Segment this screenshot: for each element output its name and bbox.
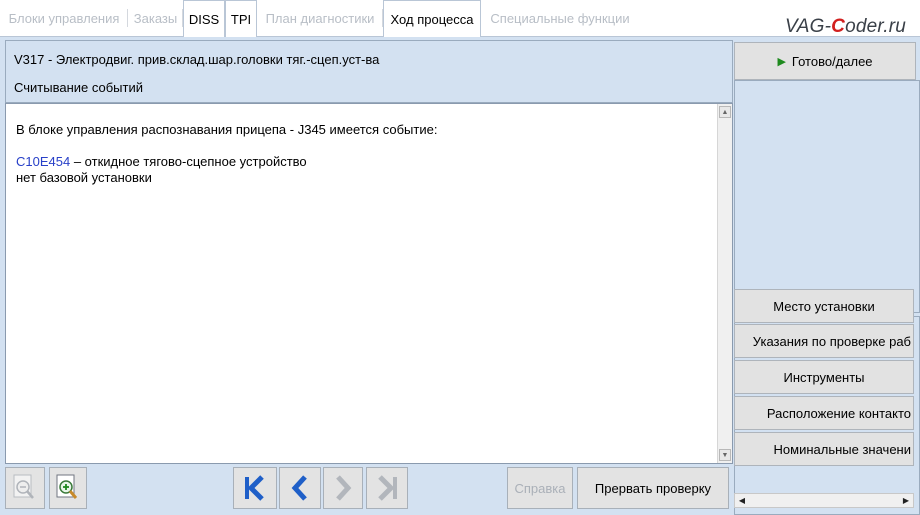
tab-diss[interactable]: DISS (183, 0, 225, 37)
vertical-scrollbar[interactable]: ▲ ▼ (717, 104, 732, 463)
last-step-button[interactable] (366, 467, 408, 509)
button-label: Расположение контакто (766, 405, 911, 421)
right-panel: ▶ Готово/далее Место установки Указания п… (733, 40, 920, 515)
installation-location-button[interactable]: Место установки (734, 289, 914, 323)
next-button-label: Готово/далее (791, 53, 873, 69)
first-icon (245, 475, 264, 501)
chevron-left-icon (291, 475, 307, 501)
message-line: C10E454 – откидное тягово-сцепное устрой… (16, 154, 437, 170)
button-label: Инструменты (783, 369, 865, 385)
watermark-logo: VAG-Coder.ru (785, 16, 906, 38)
fault-code: C10E454 (16, 154, 71, 169)
tab-tpi[interactable]: TPI (225, 0, 257, 37)
scroll-up-icon[interactable]: ▲ (719, 106, 731, 118)
tab-special-functions[interactable]: Специальные функции (481, 0, 639, 36)
previous-step-button[interactable] (279, 467, 321, 509)
tab-label: Ход процесса (390, 11, 474, 27)
play-icon: ▶ (777, 55, 786, 68)
tab-bar: Блоки управления Заказы DISS TPI План ди… (0, 0, 920, 38)
next-button[interactable]: ▶ Готово/далее (734, 42, 916, 80)
right-info-box (734, 80, 920, 313)
abort-button-label: Прервать проверку (594, 480, 712, 496)
zoom-out-button[interactable] (5, 467, 45, 509)
chevron-right-icon (336, 475, 352, 501)
tab-label: Блоки управления (8, 10, 120, 26)
message-line: В блоке управления распознавания прицепа… (16, 122, 438, 137)
tab-diagnosis-plan[interactable]: План диагностики (257, 0, 383, 36)
first-step-button[interactable] (233, 467, 277, 509)
step-subtitle: Считывание событий (14, 80, 143, 95)
step-header: V317 - Электродвиг. прив.склад.шар.голов… (5, 40, 733, 103)
tab-control-units[interactable]: Блоки управления (0, 0, 128, 36)
scroll-left-icon[interactable]: ◀ (736, 495, 748, 506)
tab-label: Специальные функции (490, 10, 630, 26)
tab-process[interactable]: Ход процесса (383, 0, 481, 37)
message-text: В блоке управления распознавания прицепа… (16, 122, 437, 186)
logo-part: oder.ru (845, 16, 906, 37)
button-label: Номинальные значени (773, 441, 911, 457)
button-label: Указания по проверке раб (752, 333, 911, 349)
next-step-button[interactable] (323, 467, 363, 509)
nominal-values-button[interactable]: Номинальные значени (734, 432, 914, 466)
help-button-label: Справка (514, 480, 566, 496)
message-line: нет базовой установки (16, 170, 152, 185)
tab-label: План диагностики (265, 10, 375, 26)
tab-label: TPI (230, 11, 252, 27)
tab-label: Заказы (133, 10, 178, 26)
fault-description: – откидное тягово-сцепное устройство (70, 154, 307, 169)
logo-accent: C (831, 16, 846, 37)
help-button[interactable]: Справка (507, 467, 573, 509)
scroll-down-icon[interactable]: ▼ (719, 449, 731, 461)
tools-button[interactable]: Инструменты (734, 360, 914, 394)
tab-orders[interactable]: Заказы (128, 0, 183, 36)
zoom-out-icon (13, 474, 34, 499)
logo-part: VAG- (784, 16, 832, 37)
button-label: Место установки (773, 298, 875, 314)
contact-layout-button[interactable]: Расположение контакто (734, 396, 914, 430)
message-panel: В блоке управления распознавания прицепа… (5, 103, 733, 464)
tab-label: DISS (188, 11, 220, 27)
test-instructions-button[interactable]: Указания по проверке раб (734, 324, 914, 358)
scroll-right-icon[interactable]: ▶ (900, 495, 912, 506)
step-title: V317 - Электродвиг. прив.склад.шар.голов… (14, 52, 380, 67)
zoom-in-button[interactable] (49, 467, 87, 509)
abort-test-button[interactable]: Прервать проверку (577, 467, 729, 509)
last-icon (378, 475, 397, 501)
horizontal-scrollbar[interactable]: ◀ ▶ (734, 493, 914, 508)
zoom-in-icon (56, 474, 78, 499)
